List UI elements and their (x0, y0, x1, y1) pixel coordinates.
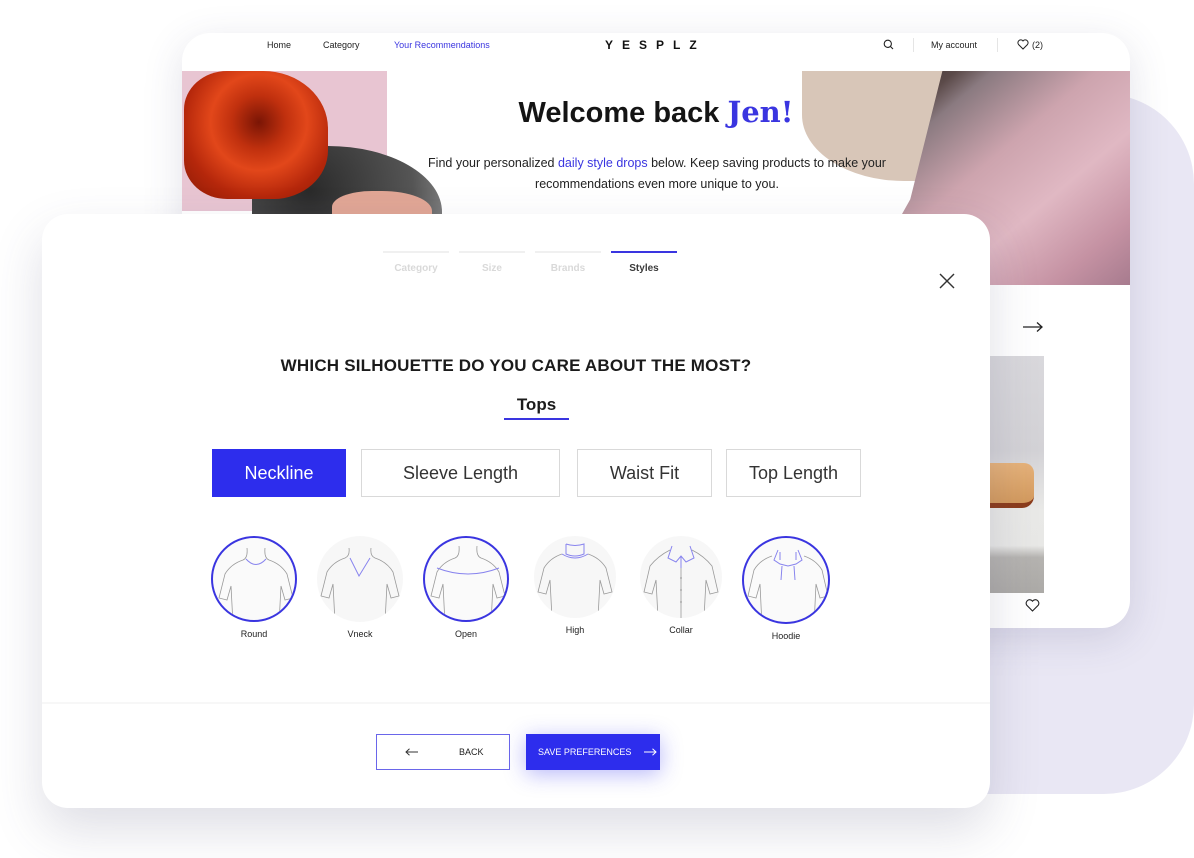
option-top-length[interactable]: Top Length (726, 449, 861, 497)
daily-style-drops-link[interactable]: daily style drops (558, 156, 648, 170)
round-neck-icon (211, 536, 297, 622)
step-brands[interactable]: Brands (535, 251, 601, 274)
heart-icon[interactable] (1025, 599, 1040, 617)
silhouette-round[interactable]: Round (209, 536, 299, 639)
silhouette-collar[interactable]: Collar (636, 536, 726, 635)
my-account-link[interactable]: My account (931, 40, 977, 50)
high-neck-icon (534, 536, 616, 618)
silhouette-label: Hoodie (771, 631, 801, 641)
step-bar (611, 251, 677, 253)
step-category[interactable]: Category (383, 251, 449, 274)
step-bar (535, 251, 601, 253)
save-preferences-button[interactable]: SAVE PREFERENCES (526, 734, 660, 770)
heart-icon (1017, 39, 1029, 50)
close-icon[interactable] (938, 272, 956, 290)
back-label: BACK (459, 747, 484, 757)
step-styles[interactable]: Styles (611, 251, 677, 274)
silhouette-hoodie[interactable]: Hoodie (741, 536, 831, 641)
question-heading: WHICH SILHOUETTE DO YOU CARE ABOUT THE M… (280, 356, 752, 375)
footer-divider (42, 702, 990, 704)
top-nav: Home Category Your Recommendations YESPL… (182, 33, 1130, 71)
arrow-right-icon[interactable] (1022, 316, 1044, 339)
silhouette-label: High (565, 625, 585, 635)
arrow-right-icon (644, 748, 658, 756)
nav-link-category[interactable]: Category (323, 40, 360, 50)
option-neckline[interactable]: Neckline (212, 449, 346, 497)
step-bar (383, 251, 449, 253)
silhouette-open[interactable]: Open (421, 536, 511, 639)
brand-logo[interactable]: YESPLZ (605, 38, 706, 52)
nav-link-recommendations[interactable]: Your Recommendations (394, 40, 490, 50)
option-waist-fit[interactable]: Waist Fit (577, 449, 712, 497)
wishlist-button[interactable]: (2) (1017, 39, 1043, 50)
hoodie-icon (742, 536, 830, 624)
step-size[interactable]: Size (459, 251, 525, 274)
hero-rose-image (184, 71, 328, 199)
tab-tops[interactable]: Tops (504, 395, 569, 420)
step-label: Brands (550, 263, 586, 274)
silhouette-label: Collar (669, 625, 693, 635)
back-button[interactable]: BACK (376, 734, 510, 770)
open-neck-icon (423, 536, 509, 622)
arrow-left-icon (405, 748, 418, 756)
search-icon[interactable] (883, 39, 894, 50)
progress-steps: Category Size Brands Styles (383, 251, 677, 274)
wishlist-count: (2) (1032, 39, 1043, 50)
hero-subtitle-text: Find your personalized (428, 156, 558, 170)
nav-divider (913, 38, 914, 52)
silhouette-label: Open (454, 629, 478, 639)
save-label: SAVE PREFERENCES (538, 747, 632, 757)
option-sleeve-length[interactable]: Sleeve Length (361, 449, 560, 497)
silhouette-label: Vneck (347, 629, 373, 639)
silhouette-vneck[interactable]: Vneck (315, 536, 405, 639)
step-bar (459, 251, 525, 253)
step-label: Category (394, 263, 438, 274)
silhouette-high[interactable]: High (530, 536, 620, 635)
silhouette-label: Round (240, 629, 268, 639)
hero-subtitle: Find your personalized daily style drops… (422, 153, 892, 195)
step-label: Styles (629, 263, 659, 274)
vneck-icon (317, 536, 403, 622)
hero-user-name: Jen! (727, 95, 794, 129)
nav-link-home[interactable]: Home (267, 40, 291, 50)
hero-title: Welcome back Jen! (182, 95, 1130, 130)
nav-divider (997, 38, 998, 52)
step-label: Size (481, 263, 502, 274)
hero-title-text: Welcome back (518, 97, 728, 129)
style-preferences-modal: Category Size Brands Styles WHICH SILHOU… (42, 214, 990, 808)
collar-icon (640, 536, 722, 618)
